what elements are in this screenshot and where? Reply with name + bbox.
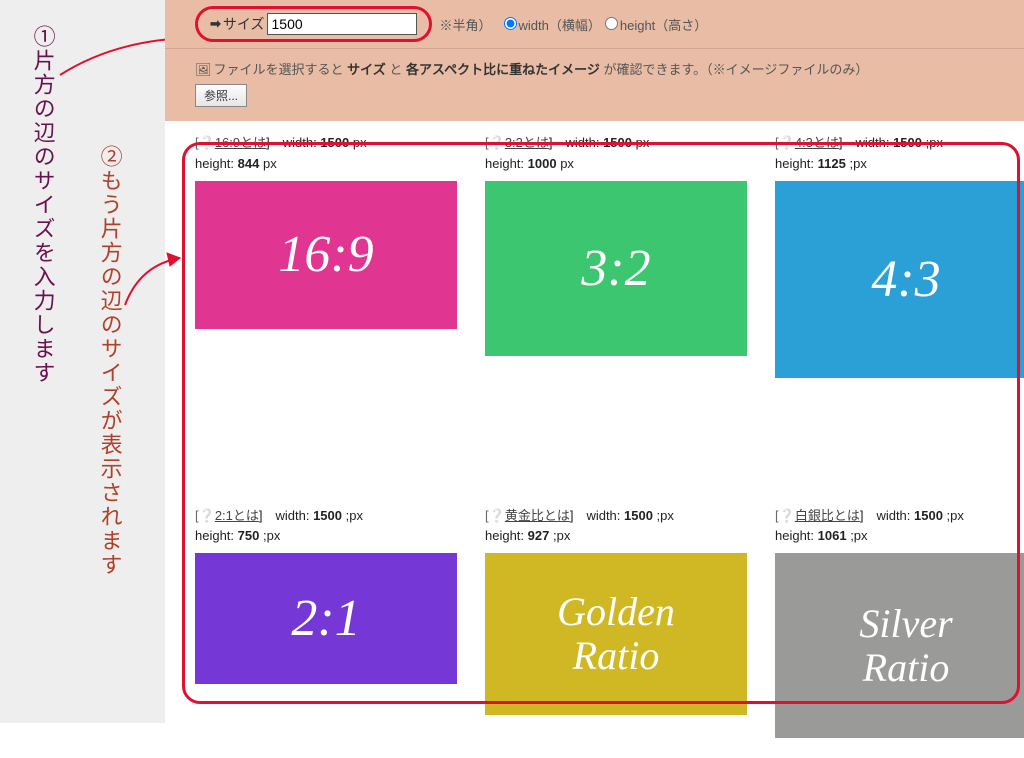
ratio-link[interactable]: 4:3とは — [795, 135, 839, 150]
ratio-info: [❔4:3とは] width: 1500 ;pxheight: 1125 ;px — [775, 133, 1024, 175]
ratio-card-4-3: [❔4:3とは] width: 1500 ;pxheight: 1125 ;px… — [775, 133, 1024, 378]
ratio-link[interactable]: 16:9とは — [215, 135, 266, 150]
ratio-card-2-1: [❔2:1とは] width: 1500 ;pxheight: 750 ;px2… — [195, 506, 457, 739]
size-input-group: ➡ サイズ — [195, 6, 432, 42]
half-width-note: ※半角） — [440, 15, 492, 34]
help-icon: [❔ — [485, 135, 505, 150]
ratio-info: [❔2:1とは] width: 1500 ;pxheight: 750 ;px — [195, 506, 457, 548]
ratio-tile-golden: Golden Ratio — [485, 553, 747, 715]
radio-width[interactable]: width（横幅） — [504, 15, 601, 34]
left-panel: ①片方の辺のサイズを入力します ②もう片方の辺のサイズが表示されます — [0, 0, 165, 723]
ratio-info: [❔3:2とは] width: 1500 pxheight: 1000 px — [485, 133, 747, 175]
help-icon: [❔ — [485, 508, 505, 523]
main-panel: ➡ サイズ ※半角） width（横幅） height（高さ） 🖼ファイルを選択… — [165, 0, 1024, 758]
help-icon: [❔ — [775, 508, 795, 523]
ratio-info: [❔白銀比とは] width: 1500 ;pxheight: 1061 ;px — [775, 506, 1024, 548]
ratio-link[interactable]: 2:1とは — [215, 508, 259, 523]
radio-group: width（横幅） height（高さ） — [504, 15, 708, 34]
size-label: サイズ — [223, 14, 265, 34]
ratio-link[interactable]: 白銀比とは — [795, 508, 860, 523]
ratio-card-golden: [❔黄金比とは] width: 1500 ;pxheight: 927 ;px G… — [485, 506, 747, 739]
ratio-link[interactable]: 3:2とは — [505, 135, 549, 150]
top-controls: ➡ サイズ ※半角） width（横幅） height（高さ） 🖼ファイルを選択… — [165, 0, 1024, 121]
size-input[interactable] — [267, 13, 417, 35]
annotation-2: ②もう片方の辺のサイズが表示されます — [95, 145, 124, 577]
file-select-row: 🖼ファイルを選択すると サイズ と 各アスペクト比に重ねたイメージ が確認できま… — [165, 49, 1024, 121]
ratio-info: [❔16:9とは] width: 1500 pxheight: 844 px — [195, 133, 457, 175]
ratio-tile-silver: Silver Ratio — [775, 553, 1024, 738]
right-arrow-icon: ➡ — [210, 16, 221, 32]
help-icon: [❔ — [195, 508, 215, 523]
ratio-tile-16-9: 16:9 — [195, 181, 457, 329]
ratio-tile-2-1: 2:1 — [195, 553, 457, 684]
radio-height[interactable]: height（高さ） — [605, 15, 707, 34]
ratio-tile-4-3: 4:3 — [775, 181, 1024, 378]
ratio-tile-3-2: 3:2 — [485, 181, 747, 356]
ratio-info: [❔黄金比とは] width: 1500 ;pxheight: 927 ;px — [485, 506, 747, 548]
ratio-card-16-9: [❔16:9とは] width: 1500 pxheight: 844 px16… — [195, 133, 457, 378]
annotation-1: ①片方の辺のサイズを入力します — [28, 25, 57, 385]
ratio-card-silver: [❔白銀比とは] width: 1500 ;pxheight: 1061 ;px… — [775, 506, 1024, 739]
row-2: [❔2:1とは] width: 1500 ;pxheight: 750 ;px2… — [195, 506, 994, 739]
browse-button[interactable]: 参照... — [195, 84, 247, 107]
ratio-link[interactable]: 黄金比とは — [505, 508, 570, 523]
help-icon: [❔ — [775, 135, 795, 150]
results-area: [❔16:9とは] width: 1500 pxheight: 844 px16… — [165, 121, 1024, 758]
help-icon: [❔ — [195, 135, 215, 150]
ratio-card-3-2: [❔3:2とは] width: 1500 pxheight: 1000 px3:… — [485, 133, 747, 378]
image-icon: 🖼 — [195, 62, 212, 77]
row-1: [❔16:9とは] width: 1500 pxheight: 844 px16… — [195, 133, 994, 378]
